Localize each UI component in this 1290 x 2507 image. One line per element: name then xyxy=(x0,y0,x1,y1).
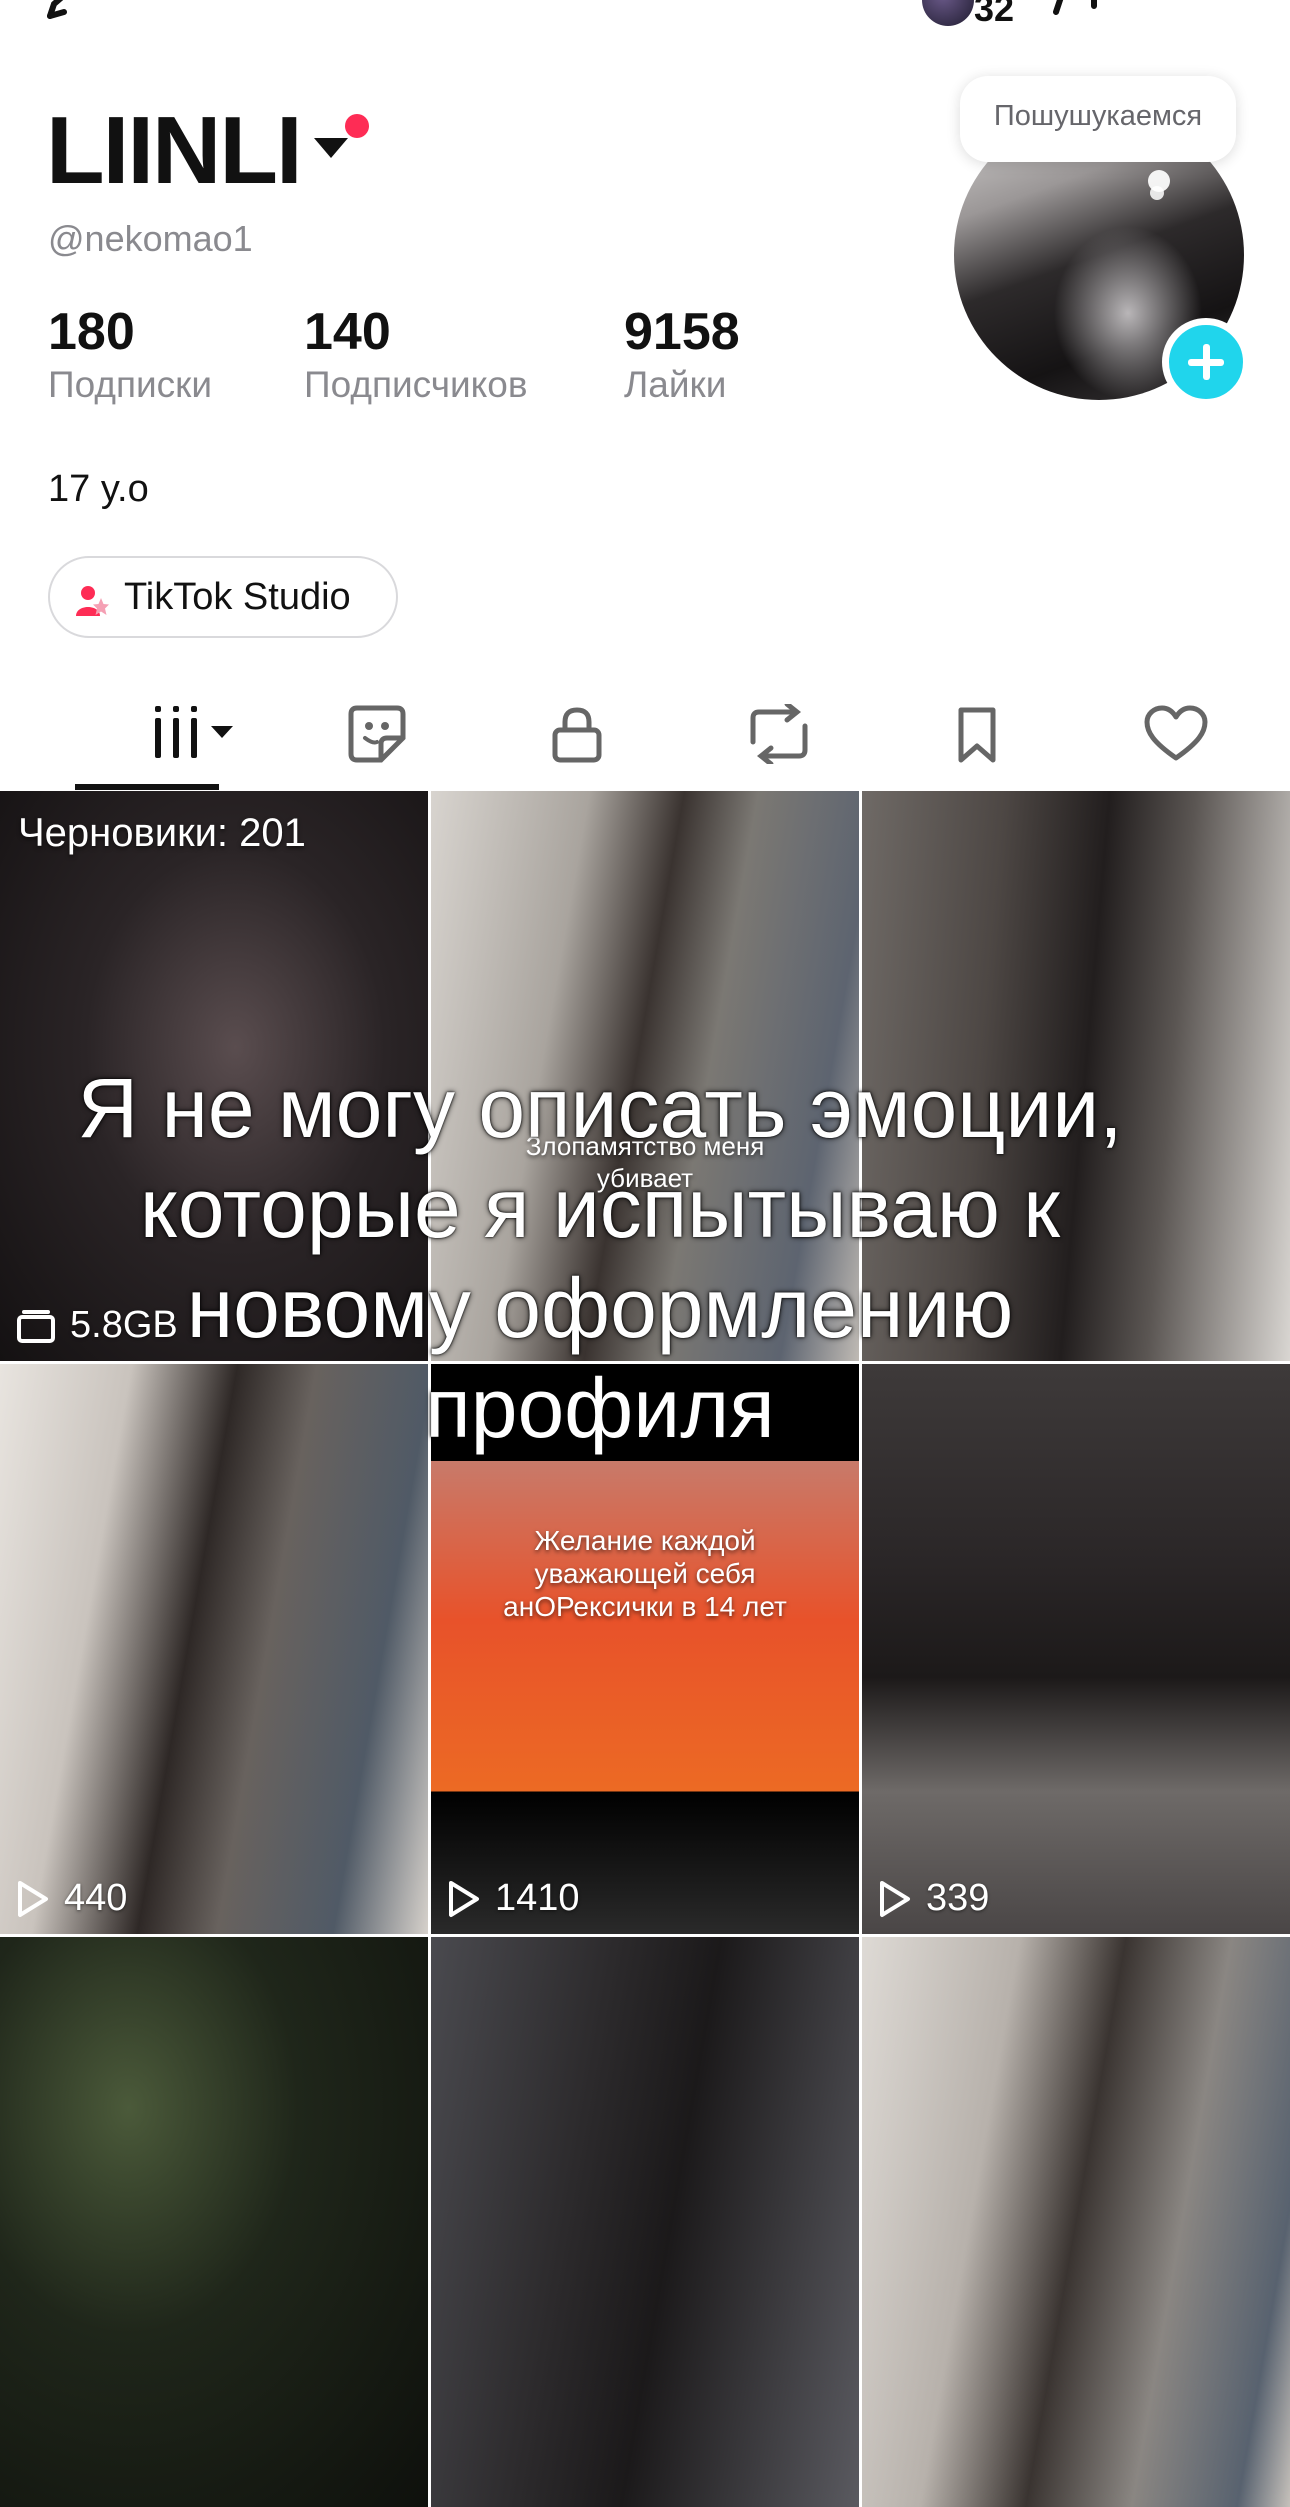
top-bar: 32 xyxy=(0,0,1290,40)
avatar-note-bubble[interactable]: Пошушукаемся xyxy=(960,76,1236,162)
video-thumbnail xyxy=(862,1937,1290,2507)
view-count: 440 xyxy=(16,1877,127,1920)
bubble-tail-dot-small xyxy=(1150,186,1164,200)
add-friend-icon[interactable] xyxy=(1050,0,1120,22)
meme-caption: Я не могу описать эмоции, которые я испы… xyxy=(77,1061,1123,1455)
play-icon xyxy=(880,1880,910,1917)
play-icon xyxy=(449,1880,479,1917)
sticker-icon xyxy=(348,705,406,763)
video-tile[interactable] xyxy=(431,1937,859,2507)
drafts-count-label: Черновики: 201 xyxy=(18,811,306,855)
avatar-note-text: Пошушукаемся xyxy=(993,100,1203,132)
view-count-value: 440 xyxy=(64,1877,128,1919)
studio-icon xyxy=(76,586,109,616)
view-count-value: 1410 xyxy=(495,1877,580,1919)
video-grid: Черновики: 201 5.8GB Злопамятство меня у… xyxy=(0,791,1290,2507)
add-story-plus-icon[interactable] xyxy=(1162,318,1250,406)
user-handle: @nekomao1 xyxy=(48,218,253,259)
drafts-folder-icon xyxy=(17,1309,55,1343)
inbox-count: 32 xyxy=(974,0,1015,29)
grid-bars-icon xyxy=(155,706,233,758)
likes-count[interactable]: 9158 xyxy=(624,302,740,362)
heart-icon xyxy=(1144,705,1208,761)
profile-tabs xyxy=(0,680,1290,790)
bio-text: 17 y.o xyxy=(48,468,149,510)
view-count: 339 xyxy=(878,1877,989,1920)
bookmark-icon xyxy=(958,707,996,763)
tiktok-studio-button[interactable]: TikTok Studio xyxy=(48,556,398,638)
following-label[interactable]: Подписки xyxy=(48,364,212,406)
active-tab-indicator xyxy=(75,784,219,790)
edit-pen-icon[interactable] xyxy=(44,0,104,22)
tiktok-studio-label: TikTok Studio xyxy=(124,576,351,618)
following-count[interactable]: 180 xyxy=(48,302,135,362)
tab-liked[interactable] xyxy=(1075,680,1275,790)
followers-count[interactable]: 140 xyxy=(304,302,391,362)
play-icon xyxy=(18,1880,48,1917)
video-thumbnail xyxy=(0,1937,428,2507)
lock-icon xyxy=(552,707,602,763)
video-tile[interactable] xyxy=(0,1937,428,2507)
followers-label[interactable]: Подписчиков xyxy=(304,364,528,406)
inbox-avatar[interactable] xyxy=(922,0,974,26)
tab-videos[interactable] xyxy=(47,680,247,790)
menu-icon[interactable] xyxy=(1180,0,1236,14)
tab-favorites[interactable] xyxy=(879,680,1079,790)
view-count-value: 339 xyxy=(926,1877,990,1919)
view-count: 1410 xyxy=(447,1877,580,1920)
tab-private[interactable] xyxy=(479,680,679,790)
likes-label[interactable]: Лайки xyxy=(624,364,726,406)
username[interactable]: LIINLI xyxy=(46,96,303,206)
repost-icon xyxy=(750,704,808,764)
account-switch-caret-icon[interactable] xyxy=(314,138,348,158)
tab-reposts[interactable] xyxy=(679,680,879,790)
video-thumbnail xyxy=(431,1937,859,2507)
video-tile[interactable] xyxy=(862,1937,1290,2507)
tab-stickers[interactable] xyxy=(279,680,479,790)
notification-dot xyxy=(345,114,369,138)
video-overlay-text: Желание каждой уважающей себя анОРексичк… xyxy=(503,1525,787,1622)
